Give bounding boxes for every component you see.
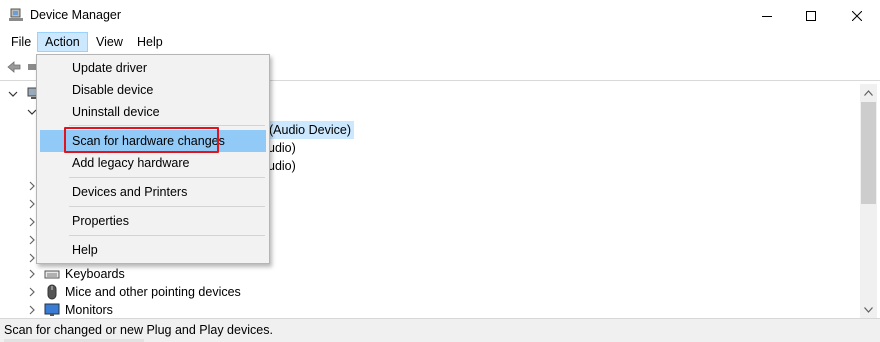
status-bar: Scan for changed or new Plug and Play de… — [0, 318, 880, 342]
mouse-icon — [47, 284, 57, 300]
vertical-scrollbar[interactable] — [860, 84, 877, 318]
menu-bar: File Action View Help — [0, 31, 880, 53]
menu-separator — [69, 125, 265, 126]
title-bar: Device Manager — [0, 0, 880, 31]
scroll-thumb[interactable] — [861, 102, 876, 204]
maximize-button[interactable] — [788, 0, 834, 31]
keyboard-icon — [44, 270, 60, 279]
chevron-right-icon[interactable] — [27, 265, 37, 283]
maximize-icon — [806, 10, 816, 21]
annotation-highlight-box — [64, 127, 219, 153]
menu-item-properties[interactable]: Properties — [40, 210, 266, 232]
window-title: Device Manager — [30, 8, 122, 22]
tree-row-mice[interactable]: Mice and other pointing devices — [0, 283, 260, 301]
tree-row-monitors[interactable]: Monitors — [0, 301, 200, 318]
menu-file[interactable]: File — [4, 32, 38, 52]
minimize-icon — [762, 15, 772, 17]
tree-row-label: udio) — [268, 159, 296, 173]
tree-row-label: Monitors — [65, 303, 113, 317]
back-arrow-icon[interactable] — [6, 59, 22, 75]
menu-item-uninstall-device[interactable]: Uninstall device — [40, 101, 266, 123]
toolbar-next-icon[interactable] — [26, 59, 36, 75]
menu-separator — [69, 177, 265, 178]
tree-row-label: Keyboards — [65, 267, 125, 281]
menu-item-disable-device[interactable]: Disable device — [40, 79, 266, 101]
menu-item-devices-printers[interactable]: Devices and Printers — [40, 181, 266, 203]
chevron-down-icon — [864, 306, 873, 313]
monitor-icon — [44, 303, 60, 316]
menu-help[interactable]: Help — [130, 32, 170, 52]
menu-separator — [69, 235, 265, 236]
menu-item-update-driver[interactable]: Update driver — [40, 57, 266, 79]
tree-row-label: (Audio Device) — [266, 121, 354, 139]
menu-separator — [69, 206, 265, 207]
action-menu-dropdown: Update driver Disable device Uninstall d… — [36, 54, 270, 264]
status-text: Scan for changed or new Plug and Play de… — [4, 323, 273, 337]
menu-item-add-legacy-hardware[interactable]: Add legacy hardware — [40, 152, 266, 174]
tree-row-keyboards[interactable]: Keyboards — [0, 265, 200, 283]
chevron-down-icon[interactable] — [8, 85, 18, 103]
menu-view[interactable]: View — [89, 32, 130, 52]
menu-action[interactable]: Action — [37, 32, 88, 52]
close-button[interactable] — [834, 0, 880, 31]
minimize-button[interactable] — [744, 0, 790, 31]
device-manager-app-icon — [9, 8, 23, 21]
close-icon — [852, 10, 862, 21]
tree-row-label: udio) — [268, 141, 296, 155]
chevron-right-icon[interactable] — [27, 301, 37, 318]
scroll-up-button[interactable] — [860, 84, 877, 101]
menu-item-help[interactable]: Help — [40, 239, 266, 261]
chevron-up-icon — [864, 89, 873, 96]
chevron-right-icon[interactable] — [27, 283, 37, 301]
tree-row-label: Mice and other pointing devices — [65, 285, 241, 299]
scroll-down-button[interactable] — [860, 301, 877, 318]
